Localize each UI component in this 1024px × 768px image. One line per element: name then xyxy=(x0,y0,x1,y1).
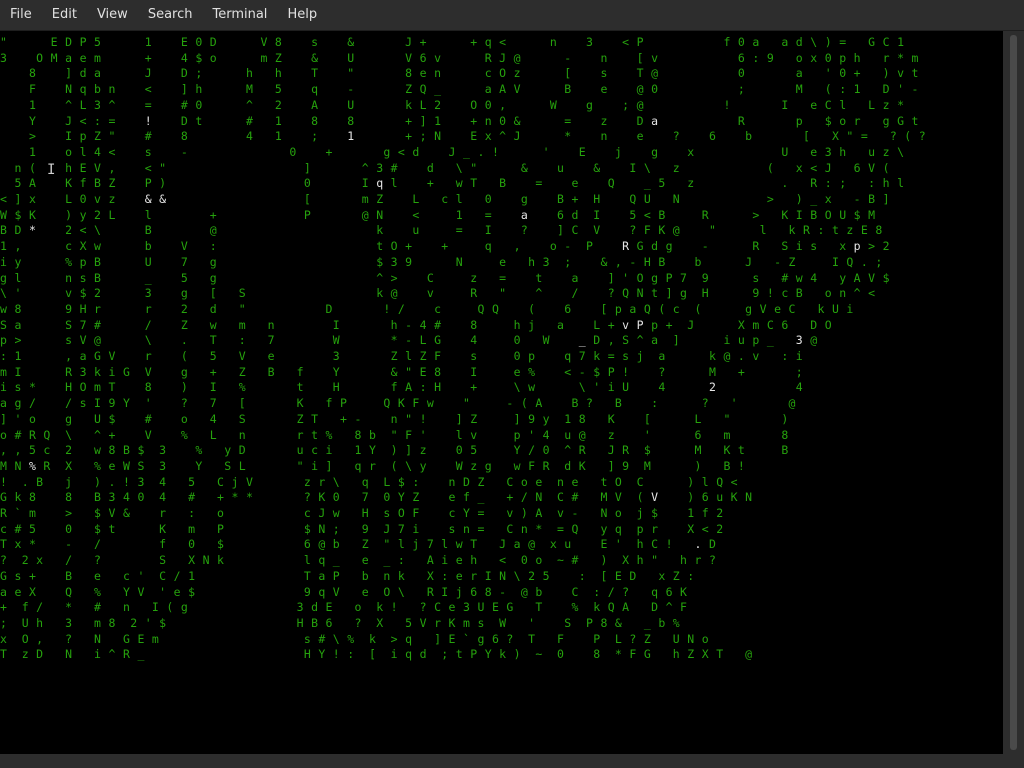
terminal-line: T z D N i ^ R _ H Y ! : [ i q d ; t P Y … xyxy=(0,647,753,662)
terminal-line: i y % p B U 7 g $ 3 9 N e h 3 ; & , - H … xyxy=(0,254,883,269)
terminal-line: " E D P 5 1 E 0 D V 8 s & J + + q < n 3 … xyxy=(0,35,905,49)
terminal-output[interactable]: " E D P 5 1 E 0 D V 8 s & J + + q < n 3 … xyxy=(0,31,1003,754)
terminal-line: 1 o l 4 < s - 0 + g < d J _ . ! ' E j g … xyxy=(28,144,905,159)
terminal-line: S a S 7 # / Z w m n I h - 4 # 8 h j a L … xyxy=(0,317,832,332)
terminal-line: ; U h 3 m 8 2 ' $ H B 6 ? X 5 V r K m s … xyxy=(0,615,681,630)
terminal-line: a e X Q % Y V ' e $ 9 q V e O \ R I j 6 … xyxy=(0,584,688,599)
terminal-line: + f / * # n I ( g 3 d E o k ! ? C e 3 U … xyxy=(0,600,688,615)
menu-view[interactable]: View xyxy=(87,0,138,30)
terminal-line: a g / / s I 9 Y ' ? 7 [ K f P Q K F w " … xyxy=(0,396,796,411)
menu-help[interactable]: Help xyxy=(277,0,327,30)
terminal-line: B D * 2 < \ B @ k u = I ? ] C V ? F K @ … xyxy=(0,223,883,238)
terminal-line: F N q b n < ] h M 5 q - Z Q _ a A V B e … xyxy=(28,82,919,97)
terminal-line: c # 5 0 $ t K m P $ N ; 9 J 7 i s n = C … xyxy=(0,521,724,536)
terminal-line: : 1 , a G V r ( 5 V e 3 Z l Z F s 0 p q … xyxy=(0,349,804,363)
menu-file[interactable]: File xyxy=(0,0,42,30)
menu-bar: File Edit View Search Terminal Help xyxy=(0,0,1024,31)
terminal-line: Y J < : = ! D t # 1 8 8 + ] 1 + n 0 & = … xyxy=(28,113,919,128)
terminal-line: n ( h E V , < " ] ^ 3 # d \ " & u & I \ … xyxy=(14,160,890,175)
menu-edit[interactable]: Edit xyxy=(42,0,87,30)
menu-terminal[interactable]: Terminal xyxy=(202,0,277,30)
terminal-line: 1 ^ L 3 ^ = # 0 ^ 2 A U k L 2 O 0 , W g … xyxy=(28,97,905,112)
terminal-line: 5 A K f B Z P ) 0 I q l + w T B = e Q _ … xyxy=(14,176,905,191)
terminal-line: W $ K ) y 2 L l + P @ N < 1 = a 6 d I 5 … xyxy=(0,207,876,222)
terminal-line: ! . B j ) . ! 3 4 5 C j V z r \ q L $ : … xyxy=(0,474,738,489)
terminal-line: > I p Z " # 8 4 1 ; 1 + ; N E x ^ J * n … xyxy=(28,129,926,144)
terminal-line: p > s V @ \ . T : 7 W * - L G 4 0 W _ D … xyxy=(0,333,818,348)
scrollbar-thumb[interactable] xyxy=(1010,35,1017,750)
terminal-line: T x * - / f 0 $ 6 @ b Z " l j 7 l w T J … xyxy=(0,537,717,552)
window-bottom-edge xyxy=(0,754,1024,768)
terminal-line: x O , ? N G E m s # \ % k > q ] E ` g 6 … xyxy=(0,631,709,646)
terminal-line: , , 5 c 2 w 8 B $ 3 % y D u c i 1 Y ) ] … xyxy=(0,443,789,458)
menu-search[interactable]: Search xyxy=(138,0,203,30)
vertical-scrollbar[interactable] xyxy=(1003,31,1024,754)
terminal-line: m I R 3 k i G V g + Z B f Y & " E 8 I e … xyxy=(0,364,804,379)
terminal-line: \ ' v $ 2 3 g [ S k @ v R " ^ / ? Q N t … xyxy=(0,286,876,301)
terminal-line: w 8 9 H r r 2 d " D ! / c Q Q ( 6 [ p a … xyxy=(0,301,854,316)
text-cursor-icon: I xyxy=(47,162,56,178)
terminal-line: g l n s B _ 5 g ^ > C z = t a ] ' O g P … xyxy=(0,270,890,285)
terminal-line: G k 8 8 B 3 4 0 4 # + * * ? K 0 7 0 Y Z … xyxy=(0,490,753,505)
terminal-line: 1 , c X w b V : t O + + q , o - P R G d … xyxy=(0,239,890,254)
terminal-window: File Edit View Search Terminal Help " E … xyxy=(0,0,1024,768)
terminal-line: M N % R X % e W S 3 Y S L " i ] q r ( \ … xyxy=(0,458,746,473)
terminal-line: ] ' o g U $ # o 4 S Z T + - n " ! ] Z ] … xyxy=(0,411,789,426)
terminal-line: G s + B e c ' C / 1 T a P b n k X : e r … xyxy=(0,568,695,583)
terminal-line: i s * H O m T 8 ) I % t H f A : H + \ w … xyxy=(0,380,804,395)
terminal-line: ? 2 x / ? S X N k l q _ e _ : A i e h < … xyxy=(0,553,717,568)
terminal-line: 8 ] d a J D ; h h T " 8 e n c O z [ s T … xyxy=(28,66,919,81)
terminal-line: R ` m > $ V & r : o c J w H s O F c Y = … xyxy=(0,506,724,520)
terminal-line: 3 O M a e m + 4 $ o m Z & U V 6 v R J @ … xyxy=(0,50,919,65)
terminal-line: < ] x L 0 v z & & [ m Z L c l 0 g B + H … xyxy=(0,192,890,206)
terminal-line: o # R Q \ ^ + V % L n r t % 8 b " F ' l … xyxy=(0,427,789,442)
